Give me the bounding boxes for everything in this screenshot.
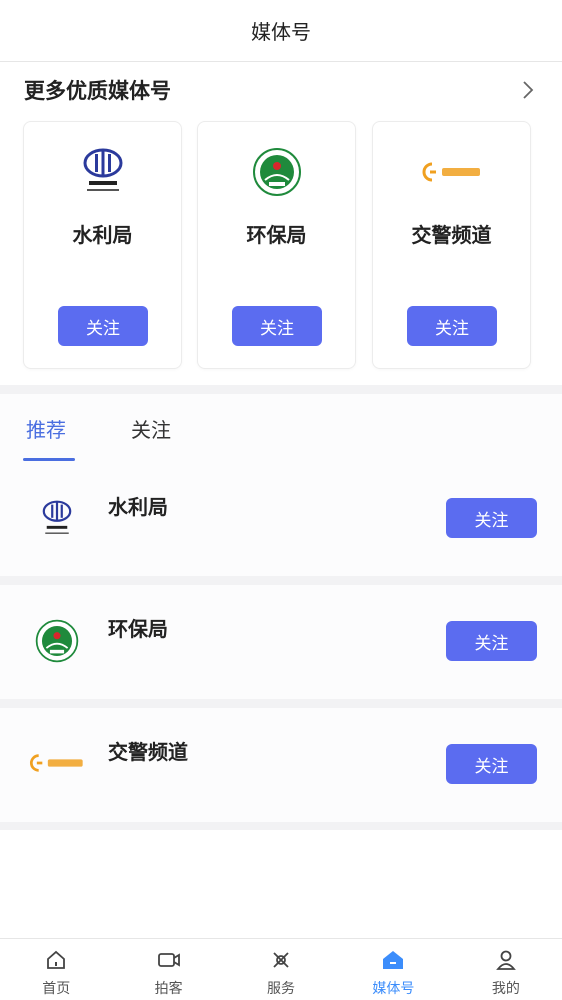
featured-card-water[interactable]: 水利局 关注	[23, 121, 182, 369]
user-icon	[494, 948, 518, 972]
list-item-name: 水利局	[108, 495, 168, 519]
section-divider	[0, 385, 562, 394]
featured-card-name: 交警频道	[411, 223, 492, 247]
follow-button[interactable]: 关注	[446, 621, 537, 661]
list-divider	[0, 822, 562, 830]
list-divider	[0, 576, 562, 585]
home-icon	[44, 948, 68, 972]
featured-card-environment[interactable]: 环保局 关注	[197, 121, 356, 369]
follow-button[interactable]: 关注	[58, 306, 148, 346]
environmental-protection-emblem-icon	[22, 613, 92, 669]
tab-recommended[interactable]: 推荐	[26, 414, 66, 443]
list-item-name: 环保局	[108, 617, 168, 641]
featured-card-traffic[interactable]: 交警频道 关注	[372, 121, 531, 369]
traffic-police-channel-logo-icon	[373, 144, 530, 200]
feed-tabs: 推荐 关注	[0, 394, 562, 464]
tabbar-label: 我的	[491, 981, 520, 997]
environmental-protection-emblem-icon	[198, 144, 355, 200]
list-divider	[0, 699, 562, 708]
featured-section-header: 更多优质媒体号	[0, 62, 562, 118]
media-home-icon	[381, 948, 405, 972]
bottom-tab-bar: 首页 拍客 服务 媒体号 我的	[0, 938, 562, 1000]
list-item[interactable]: 水利局 关注	[0, 464, 562, 578]
list-item[interactable]: 交警频道 关注	[0, 708, 562, 822]
tabbar-item-mine[interactable]: 我的	[450, 939, 562, 1000]
tabbar-label: 服务	[267, 981, 296, 997]
featured-card-name: 水利局	[72, 223, 133, 247]
tabbar-item-paike[interactable]: 拍客	[112, 939, 224, 1000]
follow-button[interactable]: 关注	[407, 306, 497, 346]
traffic-police-channel-logo-icon	[22, 735, 92, 791]
tab-following[interactable]: 关注	[131, 414, 171, 443]
video-camera-icon	[157, 948, 181, 972]
tabbar-item-home[interactable]: 首页	[0, 939, 112, 1000]
services-icon	[269, 948, 293, 972]
tabbar-item-services[interactable]: 服务	[225, 939, 337, 1000]
top-bar: 媒体号	[0, 0, 562, 62]
chevron-right-icon[interactable]	[516, 78, 540, 102]
featured-card-name: 环保局	[246, 223, 307, 247]
active-tab-indicator	[23, 458, 75, 461]
featured-cards: 水利局 关注 环保局 关注 交警频道 关注	[0, 121, 562, 371]
tabbar-label: 首页	[42, 981, 71, 997]
follow-button[interactable]: 关注	[446, 744, 537, 784]
china-water-logo-icon	[22, 492, 92, 548]
follow-button[interactable]: 关注	[446, 498, 537, 538]
china-water-logo-icon	[24, 144, 181, 200]
list-item[interactable]: 环保局 关注	[0, 585, 562, 699]
list-item-name: 交警频道	[108, 740, 188, 764]
page-title: 媒体号	[251, 20, 311, 44]
follow-button[interactable]: 关注	[232, 306, 322, 346]
featured-section-title: 更多优质媒体号	[24, 79, 171, 103]
tabbar-label: 拍客	[154, 981, 183, 997]
tabbar-item-media[interactable]: 媒体号	[337, 939, 449, 1000]
tabbar-label: 媒体号	[372, 981, 415, 997]
